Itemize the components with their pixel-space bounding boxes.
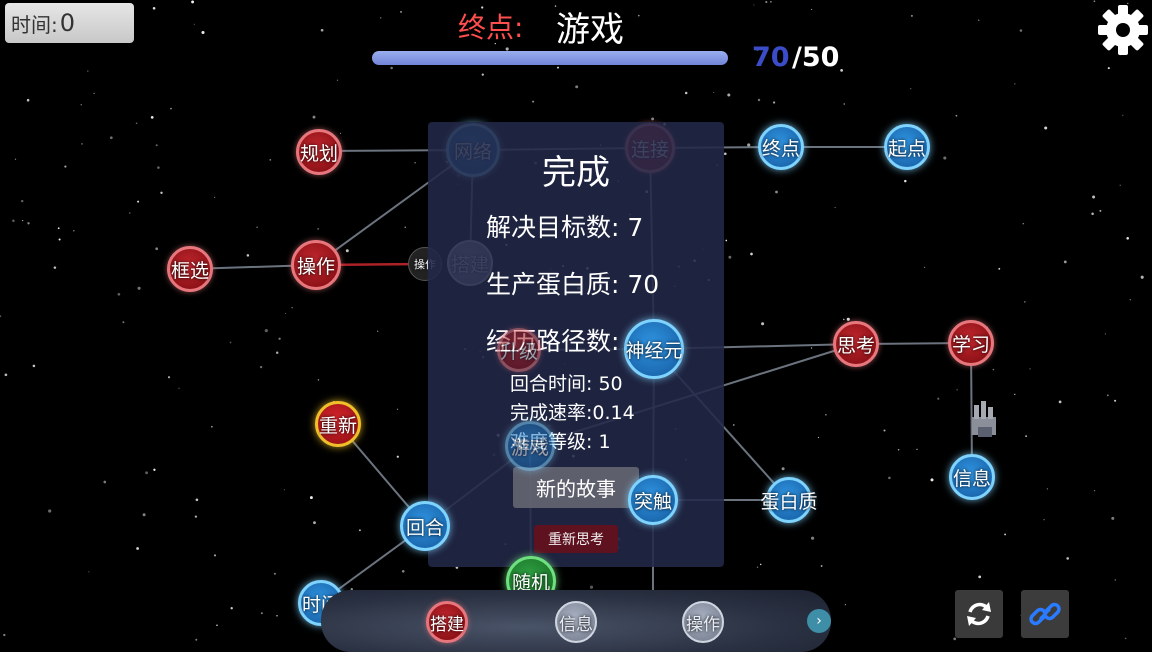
node-zhongdian[interactable]: 终点 — [758, 124, 804, 170]
stat-round-time: 回合时间: 50 — [510, 373, 623, 395]
tray-item-dajian[interactable]: 搭建 — [426, 601, 468, 643]
tray-item-caozuo[interactable]: 操作 — [682, 601, 724, 643]
node-danbaizhi[interactable]: 蛋白质 — [761, 477, 818, 523]
link-icon — [1029, 602, 1061, 626]
stat-protein: 生产蛋白质: 70 — [486, 270, 660, 299]
node-xuexi[interactable]: 学习 — [948, 320, 994, 366]
node-shenjingyuan[interactable]: 神经元 — [624, 319, 684, 379]
node-caozuo[interactable]: 操作 — [291, 240, 341, 290]
progress-total: /50 — [792, 42, 840, 73]
link-button[interactable] — [1021, 590, 1069, 638]
progress-bar — [372, 51, 728, 65]
goal-label: 终点: — [458, 11, 524, 44]
refresh-icon — [967, 602, 991, 626]
goal-value: 游戏 — [556, 10, 624, 50]
node-xinxi[interactable]: 信息 — [949, 454, 995, 500]
panel-title: 完成 — [542, 153, 610, 193]
new-story-button[interactable]: 新的故事 — [513, 467, 639, 508]
tray-scroll-right-icon[interactable]: › — [807, 609, 831, 633]
refresh-button[interactable] — [955, 590, 1003, 638]
tray-item-xinxi[interactable]: 信息 — [555, 601, 597, 643]
machine-icon — [972, 401, 996, 437]
stat-targets: 解决目标数: 7 — [486, 213, 644, 242]
node-chongxin[interactable]: 重新 — [315, 401, 361, 447]
node-guihua[interactable]: 规划 — [296, 129, 342, 175]
node-qidian[interactable]: 起点 — [884, 124, 930, 170]
node-kuangxuan[interactable]: 框选 — [167, 246, 213, 292]
gear-icon[interactable] — [1096, 3, 1150, 57]
timer-label: 时间: — [11, 12, 58, 37]
rethink-button[interactable]: 重新思考 — [534, 525, 618, 553]
progress-current: 70 — [752, 42, 790, 73]
node-youxi[interactable]: 游戏 — [505, 421, 555, 471]
timer-display: 时间: 0 — [5, 3, 134, 43]
node-sikao[interactable]: 思考 — [833, 321, 879, 367]
timer-value: 0 — [59, 9, 76, 37]
node-huihe[interactable]: 回合 — [400, 501, 450, 551]
node-shengji[interactable]: 升级 — [497, 328, 541, 372]
node-tuchu[interactable]: 突触 — [628, 475, 678, 525]
progress-fill — [372, 51, 728, 65]
